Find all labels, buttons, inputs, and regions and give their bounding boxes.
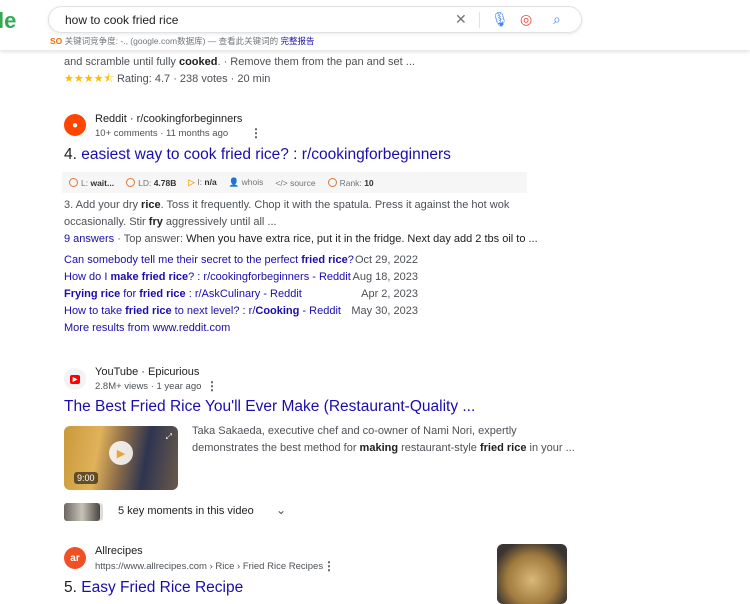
highlighted-term: rice [141,199,161,211]
key-moment-thumbnail[interactable] [64,503,100,521]
result-snippet: occasionally. Stir fry aggressively unti… [64,214,277,231]
microphone-icon[interactable]: 🎙 [491,11,509,28]
divider [479,12,480,28]
text-segment: . Toss it frequently. Chop it with the s… [160,199,510,211]
highlighted-term: making [359,442,399,454]
text-segment: ? : r/cookingforbeginners - Reddit [188,271,351,283]
text-segment: demonstrates the best method for [192,442,360,454]
rating-stars: ★★★★⯪ [64,73,114,85]
result-title[interactable]: 4. easiest way to cook fried rice? : r/c… [64,146,451,164]
chevron-down-icon[interactable]: ⌄ [276,503,286,517]
l-metric[interactable]: L: wait... [69,177,114,188]
prev-snippet: and scramble until fully cooked. · Remov… [64,54,415,71]
keyword-competition-bar: SO 关键词竞争度: -., (google.com数据库) — 查看此关键词的… [50,36,315,46]
text-segment: Taka Sakaeda, executive chef and co-owne… [192,425,517,437]
result-url: https://www.allrecipes.com › Rice › Frie… [95,561,324,572]
video-description: Taka Sakaeda, executive chef and co-owne… [192,423,517,440]
search-icon[interactable]: ⌕ [553,11,561,28]
text-segment: 3. Add your dry [64,199,142,211]
highlighted-term: Cooking [255,305,300,317]
expand-icon[interactable]: ⤢ [166,432,172,442]
seo-extension-icon: SO [50,36,63,46]
sitelink-date: May 30, 2023 [351,305,418,317]
youtube-favicon: ▶ [64,368,86,390]
more-results-link[interactable]: More results from www.reddit.com [64,322,230,334]
highlighted-term: cooked [178,56,218,68]
result-site[interactable]: Reddit · r/cookingforbeginners [95,113,242,125]
full-report-link[interactable]: 完整报告 [281,36,315,46]
recipe-thumbnail[interactable] [497,544,567,604]
search-box[interactable]: how to cook fried rice ✕ 🎙 ◎ ⌕ [48,6,582,33]
clear-icon[interactable]: ✕ [455,11,467,28]
highlighted-term: fry [148,216,163,228]
highlighted-term: make fried rice [110,271,189,283]
result-site[interactable]: Allrecipes [95,545,143,557]
video-duration: 9:00 [74,472,98,484]
result-title[interactable]: The Best Fried Rice You'll Ever Make (Re… [64,398,475,416]
more-options-icon[interactable]: ⋮ [323,559,335,573]
google-logo[interactable]: le [0,8,16,34]
answers-line: 9 answers · Top answer: When you have ex… [64,233,538,245]
sitelink[interactable]: Frying rice for fried rice : r/AskCulina… [64,288,302,300]
whois-link[interactable]: 👤 whois [229,177,264,188]
sitelink[interactable]: How to take fried rice to next level? : … [64,305,341,317]
highlighted-term: fried rice [479,442,527,454]
bing-icon: ▷ [188,177,195,187]
highlighted-term: Frying rice [64,288,121,300]
text-segment: How to take [64,305,126,317]
sitelink-date: Aug 18, 2023 [352,271,418,283]
more-options-icon[interactable]: ⋮ [206,379,218,393]
lens-icon[interactable]: ◎ [520,11,532,28]
result-site[interactable]: YouTube · Epicurious [95,366,199,378]
video-thumbnail[interactable]: ▶ 9:00 ⤢ [64,426,178,490]
rating-line: ★★★★⯪ Rating: 4.7 · 238 votes · 20 min [64,73,271,85]
person-icon: 👤 [228,177,240,187]
sitelink[interactable]: Can somebody tell me their secret to the… [64,254,354,266]
i-metric[interactable]: ▷ I: n/a [188,177,216,188]
sitelink-date: Apr 2, 2023 [361,288,418,300]
reddit-favicon: ● [64,114,86,136]
rank-metric[interactable]: Rank: 10 [327,177,374,188]
allrecipes-favicon: ar [64,547,86,569]
text-segment: for [120,288,140,300]
highlighted-term: fried rice [139,288,186,300]
play-icon[interactable]: ▶ [109,441,133,465]
source-link[interactable]: </> source [275,178,315,188]
search-header: le how to cook fried rice ✕ 🎙 ◎ ⌕ SO 关键词… [0,0,750,50]
highlighted-term: fried rice [125,305,172,317]
seo-toolbar: L: wait... LD: 4.78B ▷ I: n/a 👤 whois </… [62,172,527,193]
video-description: demonstrates the best method for making … [192,440,575,457]
ld-metric[interactable]: LD: 4.78B [126,177,176,188]
text-segment: and scramble until fully [64,56,179,68]
result-meta: 10+ comments · 11 months ago [95,128,229,139]
result-snippet: 3. Add your dry rice. Toss it frequently… [64,197,509,214]
text-segment: occasionally. Stir [64,216,149,228]
sitelink[interactable]: How do I make fried rice? : r/cookingfor… [64,271,351,283]
code-icon: </> [275,177,288,188]
text-segment: How do I [64,271,111,283]
key-moments-toggle[interactable]: 5 key moments in this video [118,505,254,517]
result-title[interactable]: 5. Easy Fried Rice Recipe [64,579,243,597]
text-segment: restaurant-style [398,442,480,454]
text-segment: to next level? : r/ [171,305,256,317]
text-segment: in your ... [526,442,575,454]
text-segment: Can somebody tell me their secret to the… [64,254,302,266]
answers-link[interactable]: 9 answers [64,233,114,245]
more-options-icon[interactable]: ⋮ [250,126,262,140]
text-segment: . · Remove them from the pan and set ... [217,56,415,68]
search-input[interactable]: how to cook fried rice [65,13,178,27]
result-meta: 2.8M+ views · 1 year ago [95,381,202,392]
text-segment: : r/AskCulinary - Reddit [185,288,302,300]
text-segment: aggressively until all ... [162,216,277,228]
sitelink-date: Oct 29, 2022 [355,254,418,266]
